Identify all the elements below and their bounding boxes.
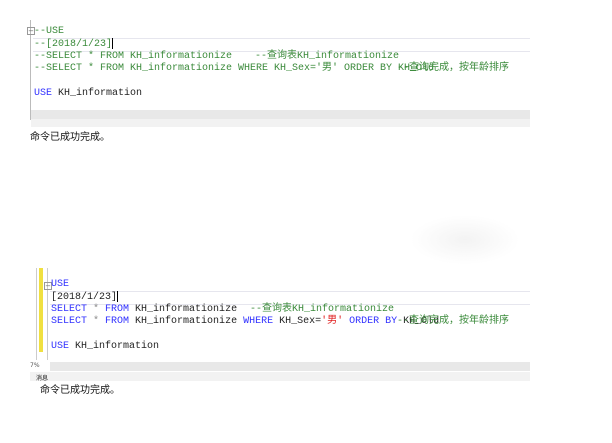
code-text: KH_information: [52, 88, 143, 99]
code-line: SELECT * FROM KH_informationize: [51, 304, 237, 316]
result-message: 命令已成功完成。: [40, 385, 120, 396]
operator: *: [87, 304, 106, 315]
code-line: USE KH_information: [51, 341, 159, 353]
blurred-area: [410, 215, 520, 265]
text-caret: [117, 291, 119, 302]
keyword: ORDER BY: [343, 316, 398, 327]
results-tab-bar: [31, 119, 530, 127]
operator: *: [87, 316, 106, 327]
horizontal-scrollbar[interactable]: [50, 362, 530, 371]
code-comment: --查询表KH_informationize: [255, 51, 400, 62]
keyword: USE: [34, 88, 53, 99]
code-line: [2018/1/23]: [51, 291, 119, 304]
horizontal-scrollbar[interactable]: [31, 110, 530, 119]
code-line: USE: [51, 279, 70, 290]
result-message: 命令已成功完成。: [30, 132, 110, 143]
code-text: KH_Sex=: [273, 316, 322, 327]
code-comment: --查询表KH_informationize: [250, 304, 395, 315]
code-text: KH_informationize: [129, 316, 238, 327]
results-tab-bar: [30, 372, 530, 381]
code-text: KH_information: [69, 341, 160, 352]
code-comment: --查询完成，按年龄排序: [397, 316, 510, 327]
keyword: WHERE: [237, 316, 274, 327]
code-text: [2018/1/23]: [51, 292, 118, 304]
code-comment: --查询完成，按年龄排序: [397, 63, 510, 74]
gutter-line: [30, 20, 31, 120]
margin-line: [36, 268, 37, 360]
code-line: --SELECT * FROM KH_informationize: [34, 51, 233, 62]
keyword: FROM: [105, 304, 130, 315]
zoom-level-dropdown[interactable]: 7%: [30, 362, 40, 369]
text-caret: [112, 38, 114, 49]
code-line: --[2018/1/23]: [34, 38, 114, 51]
code-line: --SELECT * FROM KH_informationize WHERE …: [34, 63, 435, 74]
keyword: SELECT: [51, 304, 88, 315]
code-line: SELECT * FROM KH_informationize WHERE KH…: [51, 316, 439, 328]
code-text: KH_informationize: [129, 304, 238, 315]
keyword: USE: [51, 341, 70, 352]
code-line: USE KH_information: [34, 88, 142, 100]
keyword: FROM: [105, 316, 130, 327]
change-tracking-bar: [39, 268, 43, 352]
code-line: --USE: [34, 26, 65, 37]
code-text: --[2018/1/23]: [34, 39, 113, 51]
string-literal: '男': [321, 316, 344, 327]
current-line-highlight: [50, 291, 530, 305]
keyword: SELECT: [51, 316, 88, 327]
